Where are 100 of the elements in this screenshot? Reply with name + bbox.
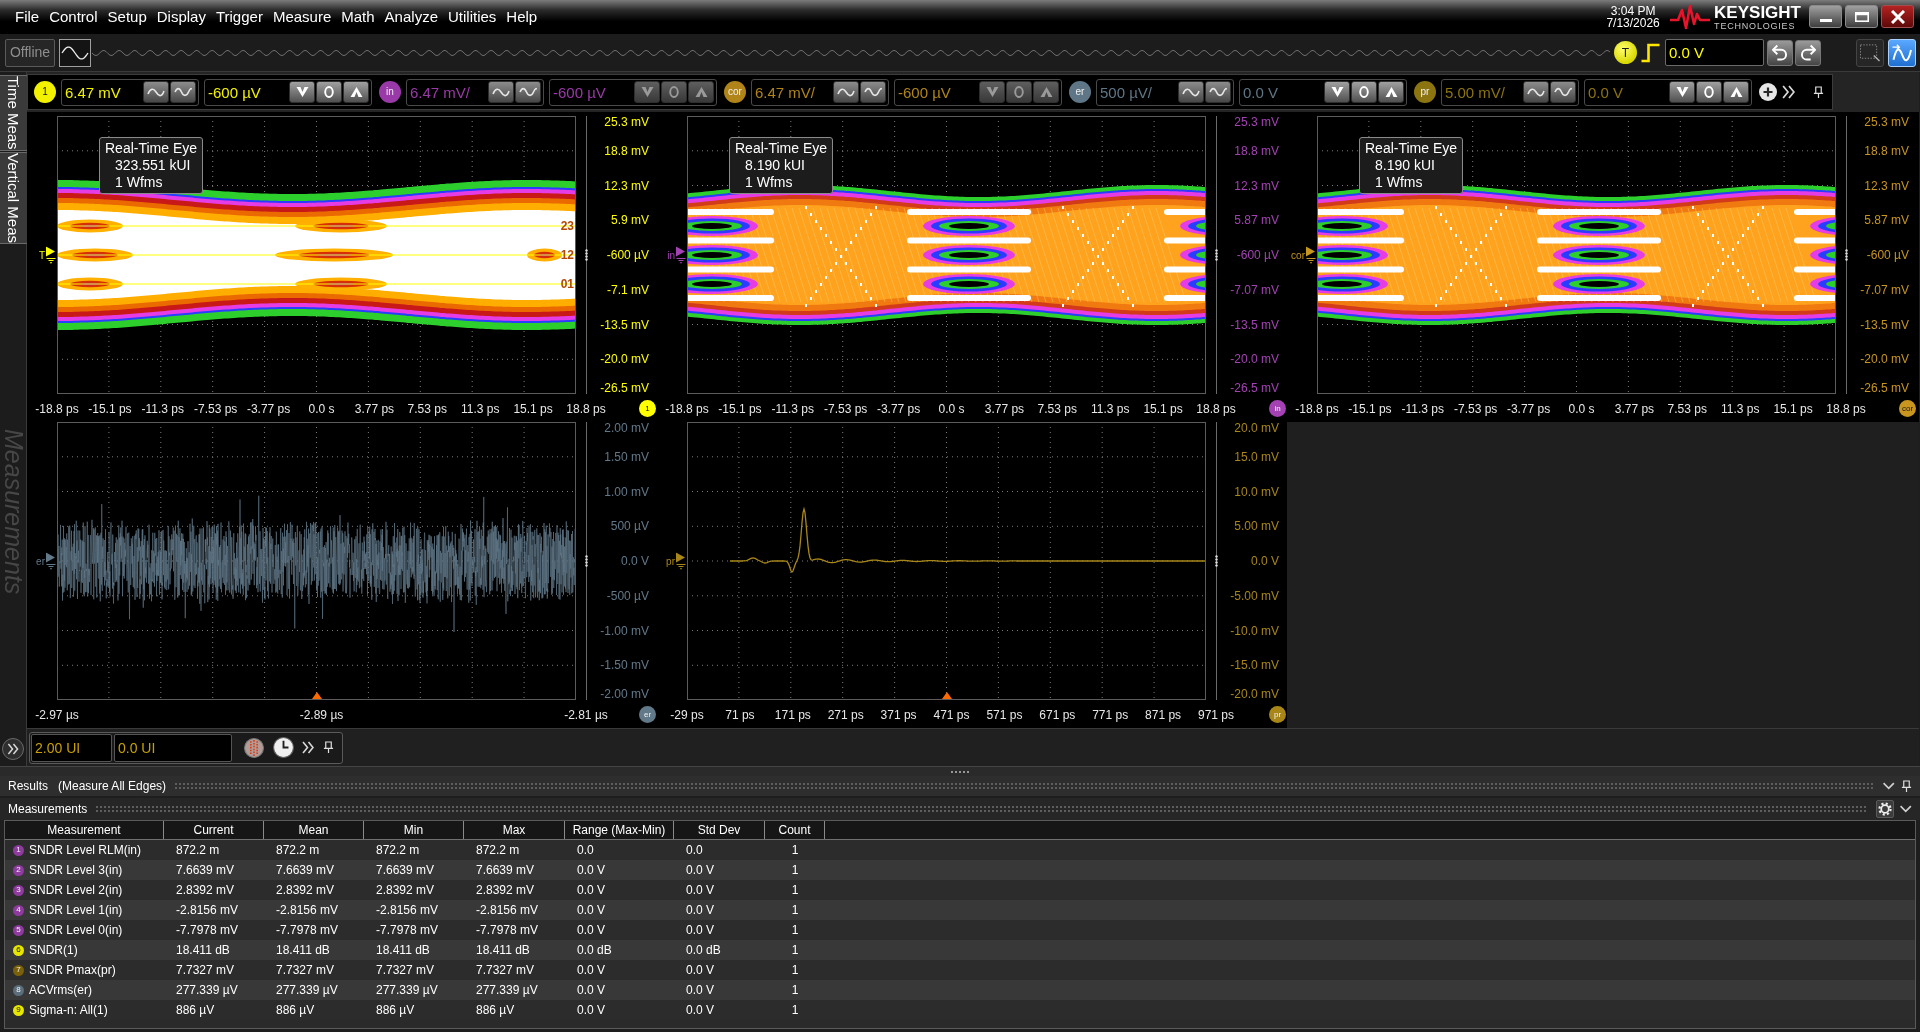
channel-badge[interactable]: er (639, 706, 656, 723)
waveform-button[interactable] (170, 81, 196, 103)
waveform-overview[interactable] (59, 38, 1610, 67)
table-cell-text: 2.8392 mV (375, 884, 436, 896)
step-down-button[interactable] (289, 81, 315, 103)
offset-field[interactable]: -600 µV (204, 78, 372, 106)
menu-item[interactable]: Help (501, 8, 543, 26)
pin-icon[interactable] (1901, 779, 1912, 793)
menu-item[interactable]: File (10, 8, 45, 26)
ground-marker-icon[interactable] (46, 552, 56, 570)
axis-tick-label: 15.1 ps (1773, 402, 1813, 416)
double-chevron-right-icon[interactable] (302, 741, 314, 754)
axis-tick-label: 971 ps (1198, 708, 1234, 722)
waveform-button[interactable] (1523, 81, 1549, 103)
trigger-badge[interactable]: T (1614, 41, 1637, 64)
close-button[interactable] (1881, 5, 1914, 28)
waveform-button[interactable] (515, 81, 541, 103)
striped-circle-icon[interactable] (244, 737, 264, 758)
drag-handle-icon[interactable] (585, 249, 588, 261)
maximize-button[interactable] (1845, 5, 1878, 28)
menu-item[interactable]: Display (151, 8, 211, 26)
triangle-marker-icon[interactable] (311, 692, 322, 699)
channel-badge[interactable]: in (379, 81, 401, 103)
ground-marker-icon[interactable] (1306, 246, 1316, 264)
drag-handle-icon[interactable] (585, 555, 588, 567)
step-up-button[interactable] (1033, 81, 1059, 103)
channel-badge[interactable]: 1 (34, 81, 56, 103)
channel-badge[interactable]: cor (1899, 400, 1916, 417)
channel-badge[interactable]: 1 (639, 400, 656, 417)
waveform-button[interactable] (143, 81, 169, 103)
step-up-button[interactable] (1378, 81, 1404, 103)
ui-value-field[interactable]: 2.00 UI (31, 733, 112, 762)
scale-field[interactable]: 6.47 mV/ (751, 78, 889, 106)
minimize-button[interactable] (1809, 5, 1842, 28)
drag-handle-icon[interactable] (1215, 249, 1218, 261)
channel-badge[interactable]: er (1069, 81, 1091, 103)
waveform-button[interactable] (860, 81, 886, 103)
zero-button[interactable] (316, 81, 342, 103)
mode-button[interactable]: Offline (5, 38, 55, 67)
offset-field[interactable]: 0.0 V (1239, 78, 1407, 106)
double-chevron-right-icon[interactable] (1782, 85, 1795, 99)
sine-wave-icon (147, 87, 165, 97)
side-tab[interactable]: Vertical Meas (0, 151, 28, 244)
scale-field[interactable]: 6.47 mV (61, 78, 199, 106)
step-up-button[interactable] (343, 81, 369, 103)
table-cell-text: 886 µV (475, 1004, 516, 1016)
trigger-level-field[interactable]: 0.0 V (1665, 39, 1764, 66)
waveform-button[interactable] (1178, 81, 1204, 103)
zigzag-logo-icon (1670, 4, 1711, 30)
step-up-button[interactable] (1723, 81, 1749, 103)
zero-button[interactable] (1351, 81, 1377, 103)
menu-item[interactable]: Math (336, 8, 380, 26)
add-button[interactable] (1759, 83, 1777, 101)
menu-item[interactable]: Measure (267, 8, 337, 26)
axis-tick-label: 15.1 ps (513, 402, 553, 416)
menu-item[interactable]: Setup (102, 8, 152, 26)
chevron-down-icon[interactable] (1900, 805, 1912, 813)
ground-marker-icon[interactable] (676, 552, 686, 570)
waveform-button[interactable] (833, 81, 859, 103)
waveform-button[interactable] (1205, 81, 1231, 103)
scale-field[interactable]: 500 µV/ (1096, 78, 1234, 106)
settings-button[interactable] (1876, 800, 1894, 818)
triangle-marker-icon[interactable] (941, 692, 952, 699)
chevron-down-icon[interactable] (1883, 782, 1895, 790)
zero-button[interactable] (661, 81, 687, 103)
table-cell-text: 1 (790, 1004, 800, 1016)
offset-field[interactable]: -600 µV (894, 78, 1062, 106)
scale-field[interactable]: 5.00 mV/ (1441, 78, 1579, 106)
ui-value-field[interactable]: 0.0 UI (114, 733, 232, 762)
pin-icon[interactable] (323, 741, 334, 754)
clock-icon[interactable] (273, 737, 294, 758)
offset-field[interactable]: -600 µV (549, 78, 717, 106)
zero-button[interactable] (1006, 81, 1032, 103)
expand-button[interactable] (2, 738, 24, 760)
ground-marker-icon[interactable] (676, 246, 686, 264)
step-down-button[interactable] (1324, 81, 1350, 103)
step-down-button[interactable] (634, 81, 660, 103)
ground-marker-icon[interactable] (46, 246, 56, 264)
offset-field[interactable]: 0.0 V (1584, 78, 1752, 106)
scale-field[interactable]: 6.47 mV/ (406, 78, 544, 106)
channel-badge[interactable]: pr (1414, 81, 1436, 103)
menu-item[interactable]: Trigger (210, 8, 268, 26)
menu-item[interactable]: Analyze (379, 8, 443, 26)
grip-dots-icon[interactable] (950, 769, 970, 774)
undo-button[interactable] (1767, 39, 1793, 66)
waveform-button[interactable] (488, 81, 514, 103)
redo-button[interactable] (1795, 39, 1821, 66)
zero-button[interactable] (1696, 81, 1722, 103)
drag-handle-icon[interactable] (1215, 555, 1218, 567)
step-up-button[interactable] (688, 81, 714, 103)
axis-tick-label: -11.3 ps (141, 402, 185, 416)
drag-handle-icon[interactable] (1845, 249, 1848, 261)
step-down-button[interactable] (1669, 81, 1695, 103)
side-tab[interactable]: Time Meas (0, 75, 28, 151)
pin-icon[interactable] (1813, 85, 1824, 99)
menu-item[interactable]: Control (44, 8, 103, 26)
waveform-button[interactable] (1550, 81, 1576, 103)
step-down-button[interactable] (979, 81, 1005, 103)
channel-badge[interactable]: in (1269, 400, 1286, 417)
menu-item[interactable]: Utilities (443, 8, 502, 26)
